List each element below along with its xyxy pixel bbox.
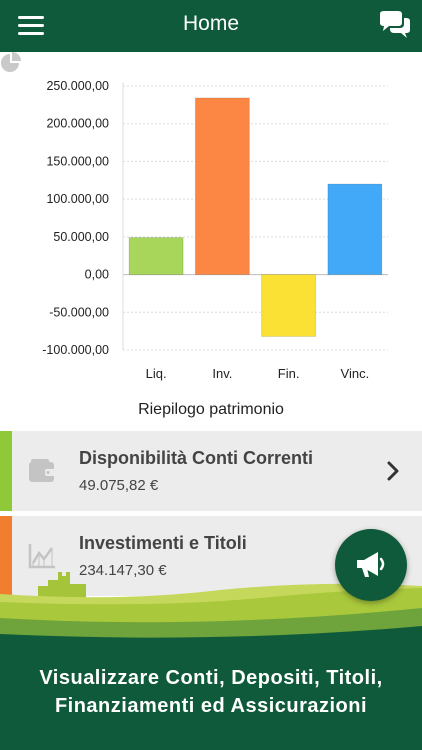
chevron-right-icon[interactable] bbox=[386, 461, 400, 481]
bar-vinc[interactable] bbox=[327, 183, 383, 276]
card-label: Investimenti e Titoli bbox=[79, 533, 247, 553]
y-tick-label: 250.000,00 bbox=[46, 79, 109, 93]
y-tick-label: -50.000,00 bbox=[49, 305, 109, 319]
promo-banner: Visualizzare Conti, Depositi, Titoli, Fi… bbox=[0, 664, 422, 720]
wallet-icon bbox=[29, 459, 55, 482]
bar-chart: 250.000,00 200.000,00 150.000,00 100.000,00… bbox=[42, 79, 388, 381]
y-tick-label: 150.000,00 bbox=[46, 154, 109, 168]
bar-liq[interactable] bbox=[128, 237, 184, 276]
chat-icon[interactable] bbox=[378, 10, 412, 42]
bar-fin[interactable] bbox=[261, 274, 317, 337]
megaphone-icon bbox=[357, 552, 385, 577]
y-tick-label: 100.000,00 bbox=[46, 192, 109, 206]
y-tick-label: 50.000,00 bbox=[53, 230, 109, 244]
page-title: Home bbox=[182, 12, 240, 35]
card-accent-stripe bbox=[0, 431, 12, 511]
x-tick-label: Inv. bbox=[212, 366, 232, 381]
x-tick-label: Liq. bbox=[146, 366, 167, 381]
y-tick-label: -100.000,00 bbox=[42, 343, 109, 357]
chart-title: Riepilogo patrimonio bbox=[138, 401, 284, 418]
current-accounts-card[interactable]: Disponibilità Conti Correnti 49.075,82 € bbox=[0, 431, 422, 511]
promo-line-2: Finanziamenti ed Assicurazioni bbox=[54, 695, 368, 717]
announcements-button[interactable] bbox=[335, 529, 407, 601]
x-tick-label: Vinc. bbox=[341, 366, 370, 381]
top-app-bar: Home bbox=[0, 0, 422, 52]
y-tick-label: 0,00 bbox=[85, 268, 109, 282]
bar-inv[interactable] bbox=[194, 97, 250, 276]
y-tick-label: 200.000,00 bbox=[46, 117, 109, 131]
promo-line-1: Visualizzare Conti, Depositi, Titoli, bbox=[39, 667, 383, 689]
pie-chart-icon[interactable] bbox=[0, 52, 22, 74]
card-amount: 49.075,82 € bbox=[79, 477, 159, 494]
asset-summary-chart: 250.000,00 200.000,00 150.000,00 100.000,00… bbox=[0, 52, 422, 430]
x-tick-label: Fin. bbox=[278, 366, 300, 381]
card-label: Disponibilità Conti Correnti bbox=[79, 448, 313, 468]
